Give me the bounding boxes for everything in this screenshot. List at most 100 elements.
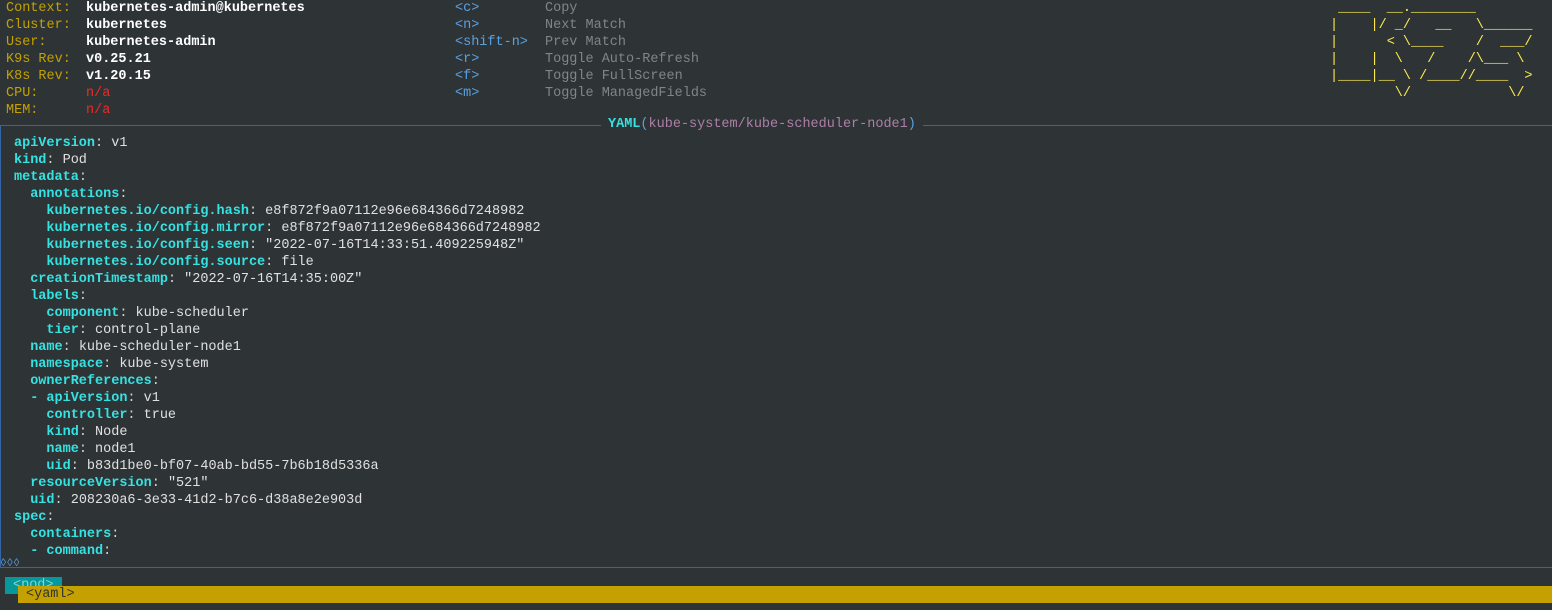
yaml-value: v1 xyxy=(143,391,160,406)
yaml-line: uid: 208230a6-3e33-41d2-b7c6-d38a8e2e903… xyxy=(30,493,363,508)
hint-row: <m> Toggle ManagedFields xyxy=(455,85,755,102)
yaml-key: name xyxy=(46,442,79,457)
yaml-value: node1 xyxy=(95,442,136,457)
info-value: v0.25.21 xyxy=(86,52,151,67)
hint-desc: Toggle Auto-Refresh xyxy=(545,52,699,67)
header: Context: kubernetes-admin@kubernetes Clust… xyxy=(6,0,1546,119)
yaml-key: controller xyxy=(46,408,128,423)
yaml-key: kind xyxy=(46,425,79,440)
yaml-key: creationTimestamp xyxy=(30,272,168,287)
yaml-key: metadata xyxy=(14,170,79,185)
crumb-yaml[interactable]: <yaml> xyxy=(18,586,1552,603)
info-label: K9s Rev: xyxy=(6,52,71,67)
yaml-line: component: kube-scheduler xyxy=(46,306,249,321)
hint-key: <n> xyxy=(455,18,480,33)
yaml-value: "2022-07-16T14:33:51.409225948Z" xyxy=(265,238,525,253)
hint-key: <m> xyxy=(455,86,480,101)
yaml-value: kube-scheduler-node1 xyxy=(78,340,241,355)
yaml-key: name xyxy=(30,340,63,355)
hint-desc: Next Match xyxy=(545,18,627,33)
info-value: n/a xyxy=(86,86,111,101)
yaml-line: name: kube-scheduler-node1 xyxy=(30,340,241,355)
k9s-logo: ____ __.________ | |/ _/ __ \______ | < … xyxy=(1330,1,1533,101)
yaml-line: - command: xyxy=(30,544,112,559)
info-label: MEM: xyxy=(6,103,39,118)
hint-row: <n> Next Match xyxy=(455,17,755,34)
info-value: kubernetes xyxy=(86,18,168,33)
yaml-line: kubernetes.io/config.mirror: e8f872f9a07… xyxy=(46,221,541,236)
yaml-key: resourceVersion xyxy=(30,476,152,491)
info-label: CPU: xyxy=(6,86,39,101)
yaml-content[interactable]: apiVersion: v1 kind: Pod metadata: annotat… xyxy=(14,135,1544,565)
hint-key: <c> xyxy=(455,1,480,16)
hint-key: <f> xyxy=(455,69,480,84)
yaml-key: namespace xyxy=(30,357,104,372)
yaml-value: control-plane xyxy=(95,323,201,338)
yaml-key: annotations xyxy=(30,187,120,202)
yaml-value: kube-scheduler xyxy=(135,306,249,321)
info-label: Cluster: xyxy=(6,18,71,33)
info-label: Context: xyxy=(6,1,71,16)
view-title: YAML(kube-system/kube-scheduler-node1) xyxy=(601,116,923,133)
yaml-line: - apiVersion: v1 xyxy=(30,391,160,406)
yaml-line: uid: b83d1be0-bf07-40ab-bd55-7b6b18d5336… xyxy=(46,459,379,474)
yaml-line: creationTimestamp: "2022-07-16T14:35:00Z… xyxy=(30,272,363,287)
yaml-key: kubernetes.io/config.seen xyxy=(46,238,249,253)
yaml-key: component xyxy=(46,306,120,321)
info-value: kubernetes-admin@kubernetes xyxy=(86,1,305,16)
yaml-line: annotations: xyxy=(30,187,128,202)
yaml-key: kubernetes.io/config.mirror xyxy=(46,221,266,236)
yaml-key: kind xyxy=(14,153,47,168)
yaml-line: labels: xyxy=(30,289,87,304)
yaml-line: ownerReferences: xyxy=(30,374,160,389)
view-title-path: kube-system/kube-scheduler-node1 xyxy=(648,117,908,132)
yaml-value: "2022-07-16T14:35:00Z" xyxy=(184,272,363,287)
hint-desc: Prev Match xyxy=(545,35,627,50)
yaml-key: apiVersion xyxy=(14,136,96,151)
yaml-key: tier xyxy=(46,323,79,338)
yaml-line: controller: true xyxy=(46,408,177,423)
yaml-value: "521" xyxy=(167,476,209,491)
yaml-value: Pod xyxy=(62,153,87,168)
yaml-line: apiVersion: v1 xyxy=(14,136,128,151)
info-label: User: xyxy=(6,35,47,50)
yaml-key: command xyxy=(46,544,104,559)
breadcrumb: <pod><yaml> xyxy=(5,577,1552,603)
yaml-key: uid xyxy=(30,493,55,508)
yaml-key: uid xyxy=(46,459,71,474)
yaml-line: name: node1 xyxy=(46,442,136,457)
hint-row: <c> Copy xyxy=(455,0,755,17)
info-label: K8s Rev: xyxy=(6,69,71,84)
yaml-line: kubernetes.io/config.source: file xyxy=(46,255,314,270)
yaml-key: kubernetes.io/config.source xyxy=(46,255,266,270)
yaml-view-frame[interactable]: YAML(kube-system/kube-scheduler-node1) a… xyxy=(0,116,1552,568)
hint-desc: Toggle FullScreen xyxy=(545,69,683,84)
hint-key: <shift-n> xyxy=(455,35,528,50)
yaml-line: spec: xyxy=(14,510,55,525)
yaml-value: Node xyxy=(95,425,128,440)
yaml-line: kubernetes.io/config.hash: e8f872f9a0711… xyxy=(46,204,525,219)
yaml-value: 208230a6-3e33-41d2-b7c6-d38a8e2e903d xyxy=(70,493,363,508)
scroll-indicator: ◊◊◊ xyxy=(0,558,20,570)
yaml-value: true xyxy=(143,408,177,423)
yaml-value: e8f872f9a07112e96e684366d7248982 xyxy=(281,221,541,236)
yaml-value: b83d1be0-bf07-40ab-bd55-7b6b18d5336a xyxy=(86,459,379,474)
yaml-value: file xyxy=(281,255,314,270)
hint-key: <r> xyxy=(455,52,480,67)
info-value: v1.20.15 xyxy=(86,69,151,84)
hint-row: <shift-n> Prev Match xyxy=(455,34,755,51)
yaml-line: kind: Node xyxy=(46,425,128,440)
hint-row: <r> Toggle Auto-Refresh xyxy=(455,51,755,68)
yaml-line: containers: xyxy=(30,527,120,542)
view-title-main: YAML xyxy=(608,117,641,132)
info-value: n/a xyxy=(86,103,111,118)
yaml-key: containers xyxy=(30,527,112,542)
yaml-line: namespace: kube-system xyxy=(30,357,209,372)
yaml-key: spec xyxy=(14,510,47,525)
yaml-key: apiVersion xyxy=(46,391,128,406)
yaml-line: metadata: xyxy=(14,170,87,185)
yaml-value: kube-system xyxy=(119,357,209,372)
info-value: kubernetes-admin xyxy=(86,35,216,50)
yaml-line: kind: Pod xyxy=(14,153,87,168)
yaml-value: v1 xyxy=(111,136,128,151)
